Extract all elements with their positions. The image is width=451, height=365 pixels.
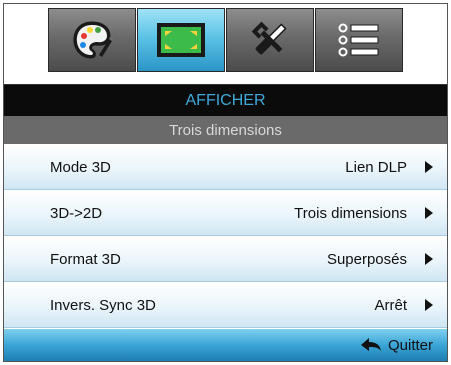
arrow-right-icon [425,253,433,265]
row-value: Superposés [326,251,407,268]
menu-subtitle: Trois dimensions [4,116,447,144]
tab-display[interactable] [137,8,225,72]
row-label: Mode 3D [50,159,111,176]
list-icon [338,23,379,57]
menu-title: AFFICHER [4,84,447,117]
menu-row-mode-3d[interactable]: Mode 3D Lien DLP [4,145,447,190]
menu-row-invers-sync-3d[interactable]: Invers. Sync 3D Arrêt [4,283,447,328]
menu-row-format-3d[interactable]: Format 3D Superposés [4,237,447,282]
arrow-right-icon [425,161,433,173]
row-label: Format 3D [50,251,121,268]
footer-bar: Quitter [4,329,447,361]
exit-button[interactable]: Quitter [360,329,433,361]
arrow-right-icon [425,207,433,219]
tab-image[interactable] [48,8,136,72]
palette-icon [73,21,115,59]
row-value: Trois dimensions [294,205,407,222]
menu-row-3d-to-2d[interactable]: 3D->2D Trois dimensions [4,191,447,236]
tab-bar [4,4,447,74]
row-value: Arrêt [374,297,407,314]
osd-menu: AFFICHER Trois dimensions Mode 3D Lien D… [3,3,448,362]
tab-options[interactable] [315,8,403,72]
wrench-screwdriver-icon [251,21,287,55]
row-label: Invers. Sync 3D [50,297,156,314]
row-value: Lien DLP [345,159,407,176]
back-arrow-icon [360,338,381,351]
row-label: 3D->2D [50,205,103,222]
arrow-right-icon [425,299,433,311]
display-screen-icon [157,23,205,57]
exit-label: Quitter [387,336,433,354]
tab-settings[interactable] [226,8,314,72]
